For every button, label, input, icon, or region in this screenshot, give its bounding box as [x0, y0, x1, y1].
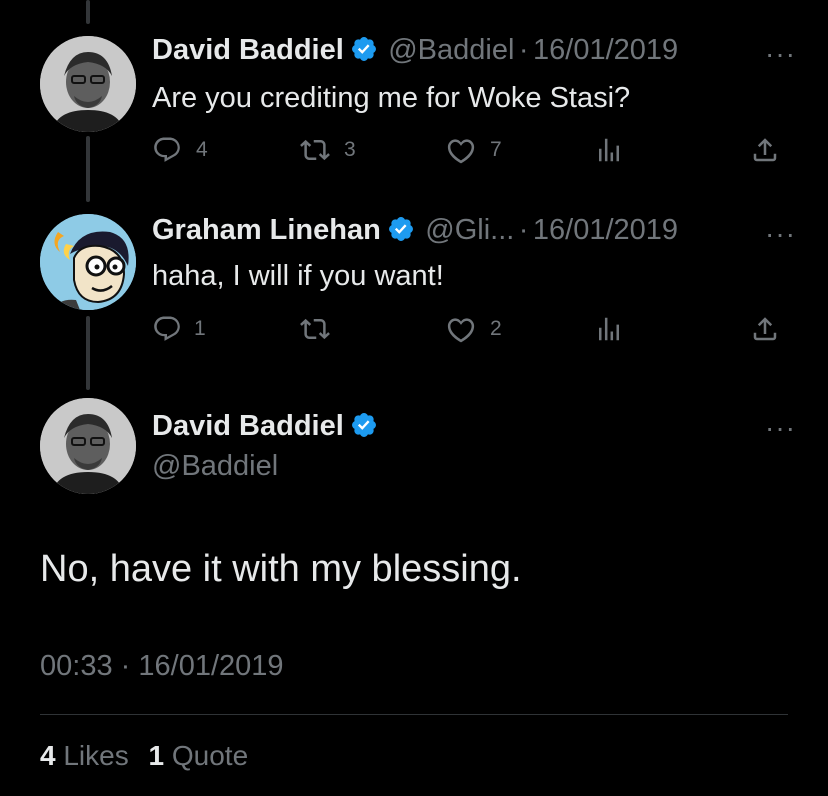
tweet-stats: 4 Likes 1 Quote: [40, 738, 248, 774]
reply-icon: [154, 316, 180, 341]
author-handle[interactable]: @Baddiel: [388, 34, 514, 66]
reply-count: 4: [196, 138, 208, 161]
tweet-date[interactable]: 16/01/2019: [138, 650, 283, 682]
analytics-icon: [599, 317, 619, 341]
like-icon: [447, 318, 475, 343]
retweet-icon: [300, 318, 330, 340]
tweet-date[interactable]: 16/01/2019: [533, 34, 678, 66]
retweet-button[interactable]: [300, 314, 330, 344]
like-button[interactable]: 2: [446, 314, 502, 344]
avatar[interactable]: [40, 214, 136, 310]
likes-count: 4: [40, 740, 56, 771]
separator: ·: [518, 34, 529, 66]
separator: ·: [518, 214, 529, 246]
like-icon: [447, 139, 475, 164]
tweet-timestamp[interactable]: 00:33 · 16/01/2019: [40, 648, 284, 684]
author-handle[interactable]: @Gli...: [425, 214, 514, 246]
author-handle[interactable]: @Baddiel: [152, 448, 278, 484]
likes-stat[interactable]: 4 Likes: [40, 740, 129, 771]
tweet-text: No, have it with my blessing.: [40, 548, 522, 590]
more-icon[interactable]: ···: [765, 414, 796, 442]
author-name[interactable]: Graham Linehan: [152, 214, 381, 246]
reply-button[interactable]: 4: [152, 135, 208, 165]
retweet-button[interactable]: 3: [300, 135, 356, 165]
analytics-button[interactable]: [594, 314, 624, 344]
tweet-text: Are you crediting me for Woke Stasi?: [152, 82, 631, 114]
share-button[interactable]: [750, 314, 780, 344]
tweet-text: haha, I will if you want!: [152, 260, 444, 292]
verified-icon: [388, 217, 413, 241]
tweet-header: David Baddiel: [152, 408, 378, 449]
likes-label: Likes: [63, 740, 129, 771]
share-button[interactable]: [750, 135, 780, 165]
verified-icon: [351, 37, 376, 61]
thread-line: [86, 0, 90, 24]
tweet-header: David Baddiel @Baddiel · 16/01/2019: [152, 32, 678, 73]
avatar[interactable]: [40, 36, 136, 132]
share-icon: [753, 317, 777, 341]
tweet-header: Graham Linehan @Gli... · 16/01/2019: [152, 212, 678, 253]
thread-line: [86, 136, 90, 202]
thread-line: [86, 316, 90, 390]
reply-button[interactable]: 1: [152, 314, 206, 344]
separator: ·: [120, 650, 131, 682]
avatar[interactable]: [40, 398, 136, 494]
retweet-count: 3: [344, 138, 356, 161]
like-count: 2: [490, 317, 502, 340]
like-button[interactable]: 7: [446, 135, 502, 165]
divider: [40, 714, 788, 715]
quotes-stat[interactable]: 1 Quote: [149, 740, 249, 771]
reply-count: 1: [194, 317, 206, 340]
share-icon: [753, 138, 777, 162]
reply-icon: [154, 137, 180, 162]
quotes-label: Quote: [171, 740, 249, 771]
tweet-date[interactable]: 16/01/2019: [533, 214, 678, 246]
retweet-icon: [300, 139, 330, 161]
tweet-time[interactable]: 00:33: [40, 650, 113, 682]
analytics-icon: [599, 138, 619, 162]
like-count: 7: [490, 138, 502, 161]
author-name[interactable]: David Baddiel: [152, 410, 344, 442]
quotes-count: 1: [148, 740, 165, 771]
verified-icon: [351, 413, 376, 437]
analytics-button[interactable]: [594, 135, 624, 165]
more-icon[interactable]: ···: [765, 220, 796, 248]
author-name[interactable]: David Baddiel: [152, 34, 344, 66]
more-icon[interactable]: ···: [765, 40, 796, 68]
